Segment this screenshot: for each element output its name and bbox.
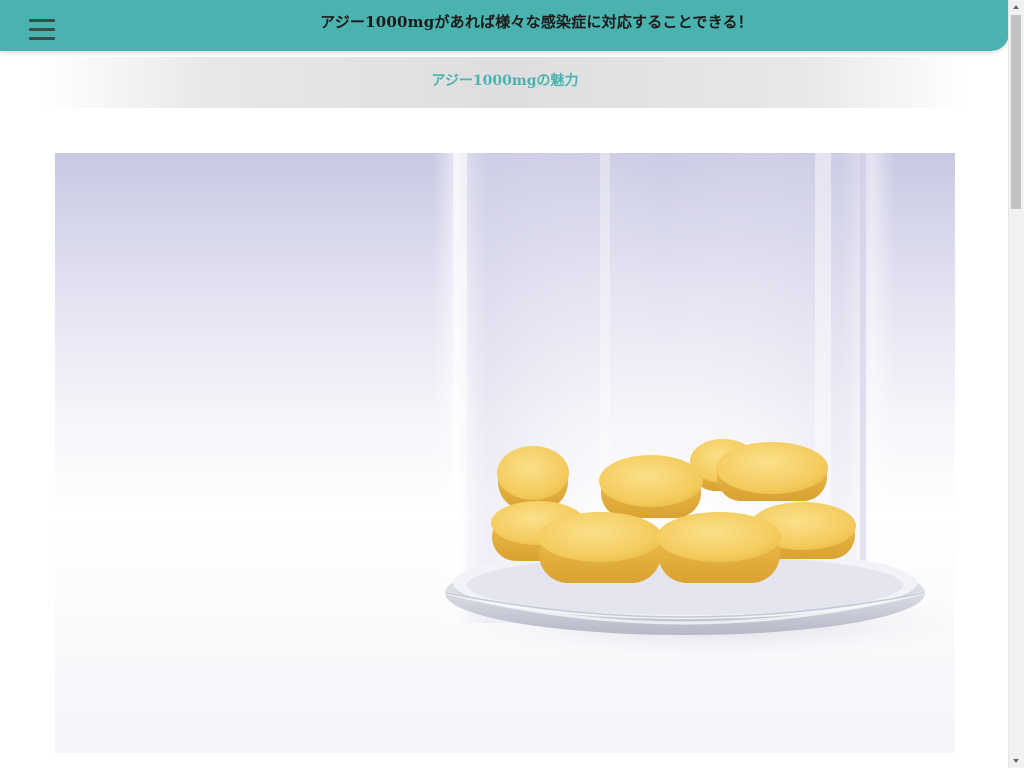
glass-highlight — [453, 153, 467, 583]
site-header: アジー1000mgがあれば様々な感染症に対応することできる！ — [0, 0, 1009, 51]
site-title[interactable]: アジー1000mgがあれば様々な感染症に対応することできる！ — [0, 11, 1009, 32]
page-subtitle: アジー1000mgの魅力 — [431, 73, 579, 89]
menu-bar — [29, 37, 55, 40]
pill — [599, 455, 703, 518]
glass-edge — [860, 153, 866, 583]
pills-in-glass-illustration — [425, 153, 955, 663]
vertical-scrollbar[interactable] — [1008, 0, 1024, 768]
subtitle-band: アジー1000mgの魅力 — [42, 57, 968, 108]
scrollbar-thumb[interactable] — [1011, 15, 1021, 209]
scroll-up-arrow-icon[interactable] — [1009, 0, 1024, 15]
hero-image — [55, 153, 955, 753]
pill — [716, 442, 828, 501]
page: アジー1000mgがあれば様々な感染症に対応することできる！ アジー1000mg… — [0, 0, 1024, 768]
pill — [657, 512, 781, 583]
pill — [538, 512, 662, 583]
scroll-down-arrow-icon[interactable] — [1009, 753, 1024, 768]
